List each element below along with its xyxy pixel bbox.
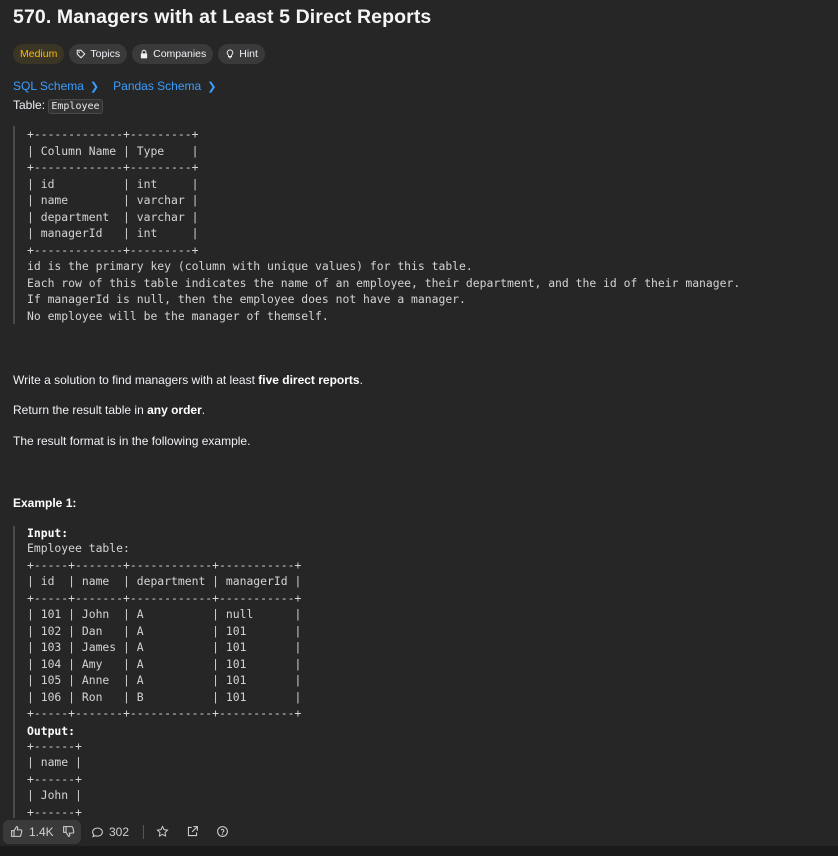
thumbs-down-icon	[63, 826, 75, 837]
tag-icon	[77, 49, 86, 59]
desc2-bold: any order	[147, 403, 202, 417]
desc1-bold: five direct reports	[258, 373, 360, 387]
output-text: +------+ | name | +------+ | John | +---…	[27, 738, 82, 819]
topics-label: Topics	[90, 48, 121, 60]
schema-code-block: +-------------+---------+ | Column Name …	[13, 126, 740, 324]
chevron-right-icon: ❯	[207, 80, 217, 93]
pandas-schema-link[interactable]: Pandas Schema ❯	[113, 79, 216, 93]
footer-divider	[143, 825, 144, 839]
tag-row: Medium Topics Companies Hint	[13, 44, 265, 64]
help-circle-icon	[217, 826, 228, 837]
problem-title: 570. Managers with at Least 5 Direct Rep…	[13, 6, 432, 28]
hint-tag[interactable]: Hint	[218, 44, 265, 64]
desc2-text: Return the result table in	[13, 403, 148, 417]
table-prefix: Table:	[13, 98, 49, 112]
output-label: Output:	[27, 723, 76, 738]
feedback-button[interactable]	[216, 825, 229, 838]
lightbulb-icon	[227, 49, 234, 59]
description-line-2: Return the result table in any order.	[13, 403, 205, 417]
thumbs-up-icon	[11, 826, 23, 837]
upvote-button[interactable]	[10, 825, 23, 841]
schema-text: +-------------+---------+ | Column Name …	[27, 127, 741, 323]
table-name-code: Employee	[48, 99, 103, 114]
sql-schema-link[interactable]: SQL Schema ❯	[13, 79, 99, 93]
share-icon	[187, 826, 198, 837]
input-text: Employee table: +-----+-------+---------…	[27, 541, 302, 720]
example-title: Example 1:	[13, 496, 77, 510]
star-icon	[156, 825, 169, 837]
comments-button[interactable]: 302	[91, 825, 129, 839]
footer-bar: 1.4K 302	[0, 818, 838, 846]
companies-label: Companies	[153, 48, 207, 60]
comment-count: 302	[109, 825, 130, 839]
table-intro: Table: Employee	[13, 98, 103, 114]
downvote-button[interactable]	[62, 825, 75, 841]
comment-icon	[92, 827, 103, 837]
difficulty-label: Medium	[20, 48, 58, 60]
input-label: Input:	[27, 526, 69, 540]
schema-links: SQL Schema ❯ Pandas Schema ❯	[13, 79, 216, 93]
companies-tag[interactable]: Companies	[132, 44, 214, 64]
bottom-edge	[0, 846, 838, 856]
description-line-3: The result format is in the following ex…	[13, 434, 251, 448]
topics-tag[interactable]: Topics	[69, 44, 128, 64]
desc1-text: Write a solution to find managers with a…	[13, 373, 259, 387]
like-count: 1.4K	[29, 825, 54, 839]
vote-box: 1.4K	[3, 820, 81, 844]
favorite-button[interactable]	[156, 825, 169, 838]
lock-icon	[141, 49, 148, 59]
desc1-post: .	[359, 373, 363, 387]
description-line-1: Write a solution to find managers with a…	[13, 373, 363, 387]
pandas-schema-label: Pandas Schema	[113, 79, 202, 93]
share-button[interactable]	[186, 825, 199, 838]
chevron-right-icon: ❯	[89, 80, 100, 93]
difficulty-badge: Medium	[13, 44, 65, 64]
sql-schema-label: SQL Schema	[13, 79, 84, 93]
desc2-post: .	[201, 403, 206, 417]
hint-label: Hint	[239, 48, 258, 60]
example-code-block: Input: Employee table: +-----+-------+--…	[13, 526, 301, 820]
